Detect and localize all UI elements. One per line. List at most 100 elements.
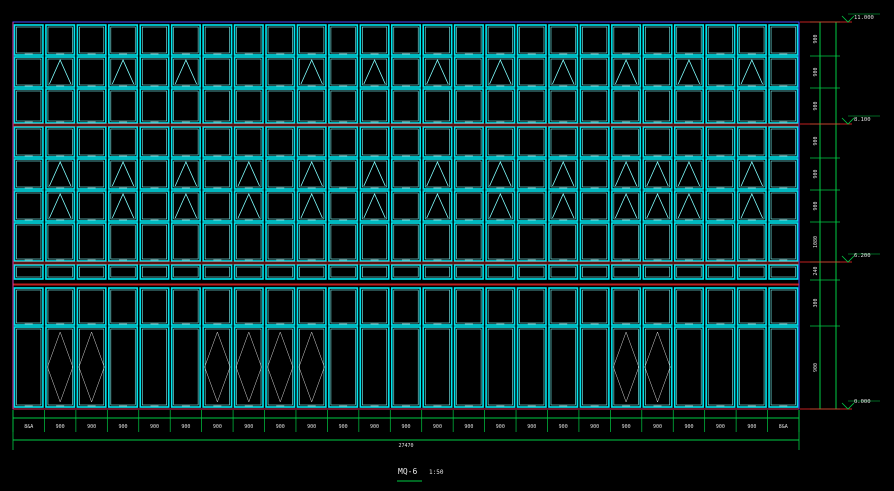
window-frame-inner <box>550 128 576 156</box>
window-frame-inner <box>550 160 576 188</box>
window-frame <box>768 222 799 262</box>
level-marker <box>841 117 855 125</box>
window-frame-inner <box>676 328 702 406</box>
vent-triangle <box>426 161 449 187</box>
window-frame-inner <box>110 26 136 54</box>
window-frame-inner <box>487 160 513 188</box>
window-frame-inner <box>676 224 702 260</box>
window-frame <box>390 326 422 408</box>
vent-triangle <box>489 193 512 219</box>
window-frame <box>579 56 610 88</box>
window-frame <box>673 88 704 124</box>
vent-triangle <box>740 193 763 219</box>
window-frame-inner <box>79 328 105 406</box>
window-frame <box>108 287 139 326</box>
window-frame-inner <box>16 26 42 54</box>
window-frame-inner <box>644 224 671 260</box>
window-frame <box>516 88 547 124</box>
window-frame <box>328 222 359 262</box>
window-frame <box>673 326 704 408</box>
window-frame-inner <box>16 289 42 324</box>
window-frame <box>705 222 736 262</box>
window-frame-inner <box>487 26 513 54</box>
bottom-dimension-label: 900 <box>181 424 190 430</box>
window-frame-inner <box>739 289 765 324</box>
window-frame-inner <box>550 192 576 220</box>
window-frame-inner <box>79 58 105 86</box>
right-dimension-label: 900 <box>813 363 819 372</box>
window-frame-inner <box>644 26 671 54</box>
window-frame-inner <box>644 128 671 156</box>
window-frame <box>485 24 516 56</box>
window-frame-inner <box>141 328 167 406</box>
window-frame <box>139 126 170 158</box>
window-frame <box>422 24 453 56</box>
window-frame-inner <box>393 128 419 156</box>
window-frame <box>45 287 76 326</box>
window-frame-inner <box>424 266 450 278</box>
window-frame-inner <box>330 328 356 406</box>
window-frame <box>296 287 327 326</box>
window-frame-inner <box>141 160 167 188</box>
facade-border <box>12 21 800 410</box>
window-frame <box>170 88 201 124</box>
window-frame <box>516 158 547 190</box>
window-frame <box>328 190 359 222</box>
window-frame-inner <box>393 192 419 220</box>
window-frame <box>76 190 107 222</box>
window-frame <box>705 326 736 408</box>
window-frame-inner <box>110 192 136 220</box>
window-frame <box>139 158 170 190</box>
window-frame-inner <box>16 128 42 156</box>
window-frame-inner <box>47 328 73 406</box>
window-frame-inner <box>707 266 733 278</box>
window-frame-inner <box>141 266 167 278</box>
window-frame <box>579 326 610 408</box>
window-frame <box>453 222 484 262</box>
window-frame-inner <box>267 266 293 278</box>
window-frame-inner <box>267 192 293 220</box>
window-frame-inner <box>424 224 450 260</box>
right-dimension-label: 1080 <box>813 236 819 248</box>
window-frame-inner <box>424 26 450 54</box>
window-frame <box>202 126 233 158</box>
window-frame-inner <box>707 192 733 220</box>
window-frame <box>516 190 547 222</box>
window-frame-inner <box>362 192 388 220</box>
window-frame-inner <box>550 224 576 260</box>
drawing-title: MQ-6 <box>398 467 417 476</box>
window-frame-inner <box>613 128 639 156</box>
window-frame-inner <box>204 160 230 188</box>
vent-triangle <box>300 59 323 85</box>
window-frame-inner <box>299 328 325 406</box>
window-frame <box>328 88 359 124</box>
window-frame-inner <box>487 289 513 324</box>
window-frame-inner <box>676 192 702 220</box>
right-dimension-label: 900 <box>813 169 819 178</box>
window-frame-inner <box>362 289 388 324</box>
window-frame <box>13 287 44 326</box>
window-frame-inner <box>236 328 262 406</box>
window-frame <box>13 190 44 222</box>
window-frame-inner <box>204 192 230 220</box>
window-frame <box>13 158 44 190</box>
window-frame-inner <box>393 224 419 260</box>
window-frame-inner <box>204 128 230 156</box>
window-frame-inner <box>739 26 765 54</box>
window-frame-inner <box>487 128 513 156</box>
window-frame-inner <box>267 328 293 406</box>
window-frame-inner <box>330 224 356 260</box>
window-frame <box>453 24 484 56</box>
bottom-dimension-label: 900 <box>433 424 442 430</box>
window-frame-inner <box>770 160 796 188</box>
vent-triangle <box>677 59 701 85</box>
window-frame-inner <box>707 160 733 188</box>
window-frame-inner <box>613 160 639 188</box>
window-frame-inner <box>141 128 167 156</box>
window-frame-inner <box>707 26 733 54</box>
bottom-dimension-label: 900 <box>747 424 756 430</box>
window-frame-inner <box>582 266 608 278</box>
vent-triangle <box>426 193 449 219</box>
window-frame-inner <box>550 328 576 406</box>
window-frame-inner <box>204 58 230 86</box>
